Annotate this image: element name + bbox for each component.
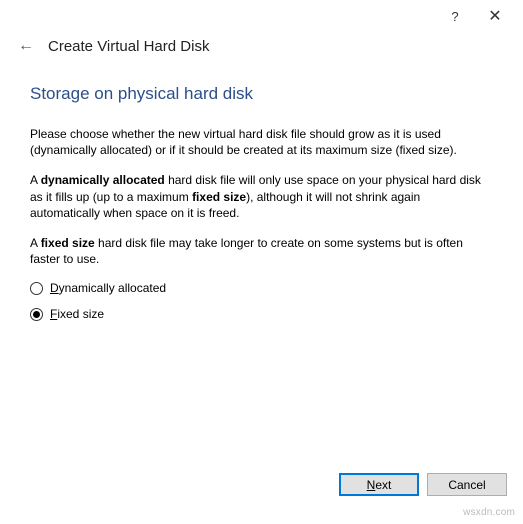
wizard-content: Storage on physical hard disk Please cho… bbox=[0, 62, 523, 343]
bold-text: fixed size bbox=[41, 236, 95, 250]
help-button[interactable]: ? bbox=[435, 2, 475, 30]
radio-icon bbox=[30, 282, 43, 295]
radio-label: Dynamically allocated bbox=[50, 281, 166, 295]
watermark: wsxdn.com bbox=[463, 507, 515, 518]
radio-icon bbox=[30, 308, 43, 321]
text: ext bbox=[375, 478, 391, 492]
radio-dynamically-allocated[interactable]: Dynamically allocated bbox=[30, 281, 493, 295]
text: ynamically allocated bbox=[59, 281, 166, 295]
back-button[interactable]: ← bbox=[16, 36, 36, 56]
text: ixed size bbox=[57, 307, 104, 321]
radio-label: Fixed size bbox=[50, 307, 104, 321]
dialog-window: ? ✕ ← Create Virtual Hard Disk Storage o… bbox=[0, 0, 523, 524]
page-heading: Storage on physical hard disk bbox=[30, 84, 493, 104]
mnemonic: N bbox=[367, 478, 376, 492]
wizard-header: ← Create Virtual Hard Disk bbox=[0, 32, 523, 62]
fixed-paragraph: A fixed size hard disk file may take lon… bbox=[30, 235, 493, 267]
wizard-title: Create Virtual Hard Disk bbox=[48, 38, 209, 55]
title-bar: ? ✕ bbox=[0, 0, 523, 32]
close-button[interactable]: ✕ bbox=[475, 2, 515, 30]
storage-options: Dynamically allocated Fixed size bbox=[30, 281, 493, 321]
wizard-footer: Next Cancel bbox=[339, 473, 507, 496]
dynamic-paragraph: A dynamically allocated hard disk file w… bbox=[30, 172, 493, 221]
bold-text: dynamically allocated bbox=[41, 173, 165, 187]
text: A bbox=[30, 236, 41, 250]
text: A bbox=[30, 173, 41, 187]
next-button[interactable]: Next bbox=[339, 473, 419, 496]
radio-fixed-size[interactable]: Fixed size bbox=[30, 307, 493, 321]
bold-text: fixed size bbox=[192, 190, 246, 204]
mnemonic: D bbox=[50, 281, 59, 295]
cancel-button[interactable]: Cancel bbox=[427, 473, 507, 496]
intro-paragraph: Please choose whether the new virtual ha… bbox=[30, 126, 493, 158]
arrow-left-icon: ← bbox=[18, 37, 34, 55]
text: hard disk file may take longer to create… bbox=[30, 236, 463, 266]
